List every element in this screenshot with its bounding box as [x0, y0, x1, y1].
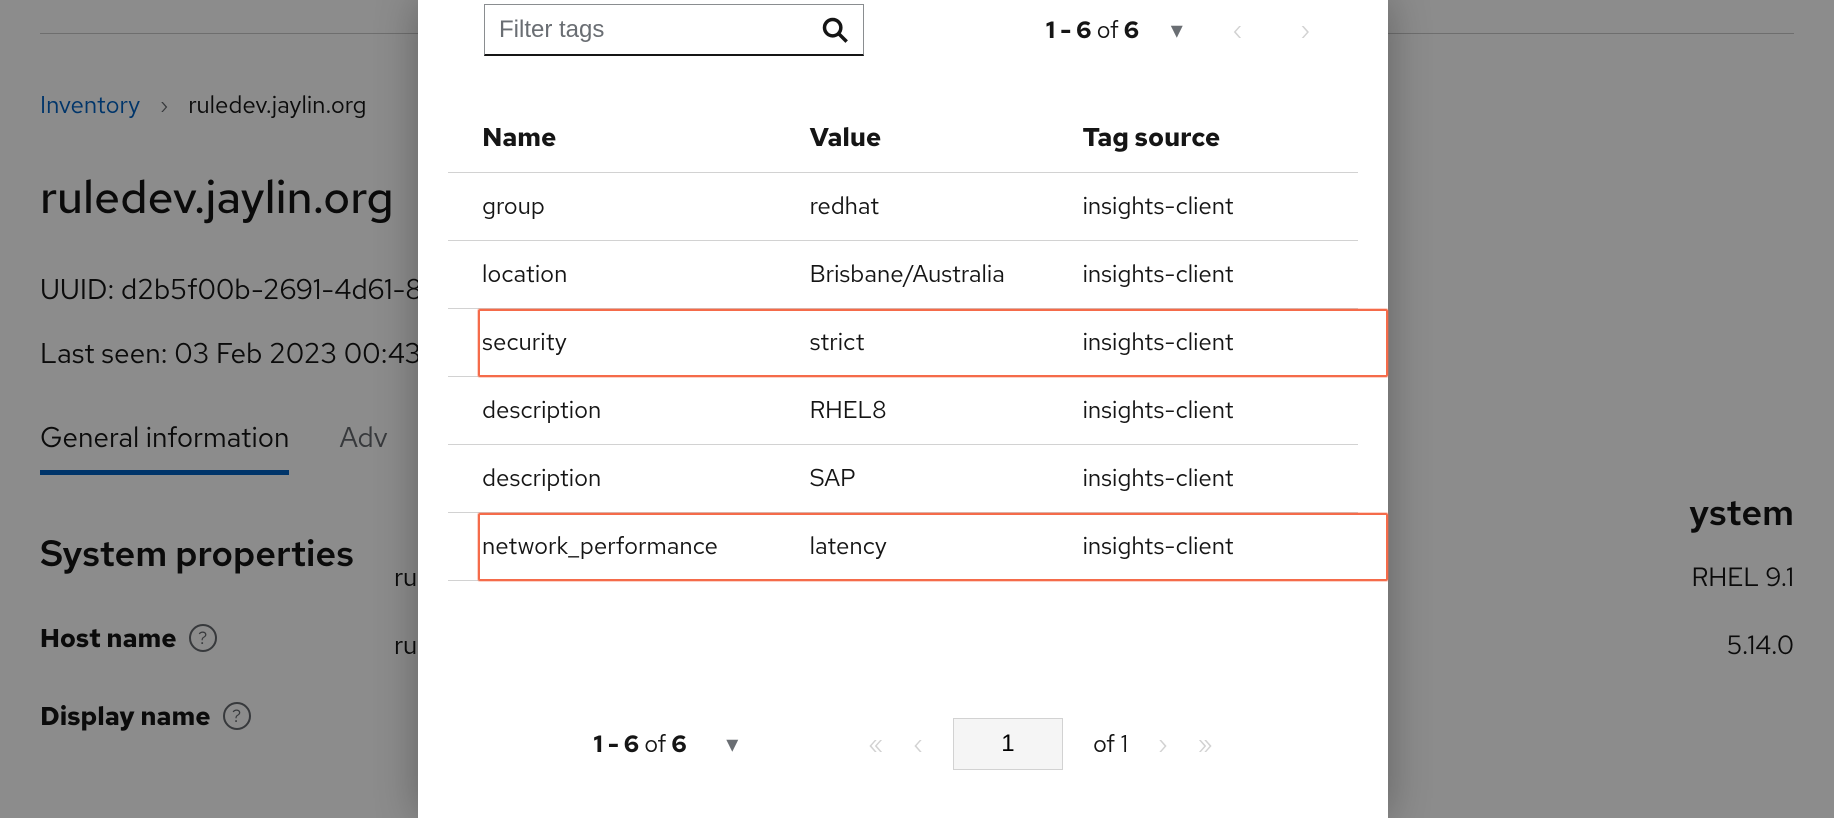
page-number-input[interactable] — [953, 718, 1063, 770]
table-row: securitystrictinsights-client — [448, 309, 1358, 377]
table-row: descriptionRHEL8insights-client — [448, 377, 1358, 445]
tags-table: Name Value Tag source groupredhatinsight… — [448, 106, 1358, 581]
last-page-button[interactable]: » — [1198, 729, 1213, 760]
cell-value: strict — [776, 309, 1049, 377]
cell-name: group — [448, 173, 776, 241]
cell-value: RHEL8 — [776, 377, 1049, 445]
table-row: groupredhatinsights-client — [448, 173, 1358, 241]
prev-page-button[interactable]: ‹ — [913, 729, 923, 760]
cell-source: insights-client — [1049, 241, 1358, 309]
bottom-range-text: 1 - 6 of 6 — [593, 729, 686, 760]
bottom-pagination: 1 - 6 of 6 ▾ « ‹ of 1 › » — [418, 698, 1388, 818]
table-row: network_performancelatencyinsights-clien… — [448, 513, 1358, 581]
cell-source: insights-client — [1049, 377, 1358, 445]
next-page-button[interactable]: › — [1282, 9, 1328, 52]
cell-value: latency — [776, 513, 1049, 581]
cell-name: location — [448, 241, 776, 309]
cell-name: description — [448, 445, 776, 513]
filter-tags-input[interactable] — [499, 16, 821, 44]
total-pages-label: of 1 — [1093, 729, 1128, 760]
cell-name: security — [448, 309, 776, 377]
cell-value: Brisbane/Australia — [776, 241, 1049, 309]
modal-toolbar: 1 - 6 of 6 ▾ ‹ › — [418, 0, 1388, 56]
tags-modal: 1 - 6 of 6 ▾ ‹ › Name Value Tag source g… — [418, 0, 1388, 818]
per-page-toggle[interactable]: ▾ — [716, 729, 748, 760]
cell-source: insights-client — [1049, 445, 1358, 513]
search-icon[interactable] — [821, 16, 849, 44]
col-value[interactable]: Value — [776, 106, 1049, 173]
cell-value: redhat — [776, 173, 1049, 241]
cell-source: insights-client — [1049, 309, 1358, 377]
per-page-toggle[interactable]: ▾ — [1161, 9, 1193, 52]
prev-page-button[interactable]: ‹ — [1215, 9, 1261, 52]
cell-value: SAP — [776, 445, 1049, 513]
col-name[interactable]: Name — [448, 106, 776, 173]
first-page-button[interactable]: « — [868, 729, 883, 760]
filter-tags-field[interactable] — [484, 4, 864, 56]
table-row: descriptionSAPinsights-client — [448, 445, 1358, 513]
cell-source: insights-client — [1049, 513, 1358, 581]
cell-name: description — [448, 377, 776, 445]
cell-source: insights-client — [1049, 173, 1358, 241]
top-range-text: 1 - 6 of 6 — [1046, 15, 1139, 46]
table-row: locationBrisbane/Australiainsights-clien… — [448, 241, 1358, 309]
next-page-button[interactable]: › — [1158, 729, 1168, 760]
col-source[interactable]: Tag source — [1049, 106, 1358, 173]
top-pagination: 1 - 6 of 6 ▾ ‹ › — [1046, 9, 1328, 52]
cell-name: network_performance — [448, 513, 776, 581]
